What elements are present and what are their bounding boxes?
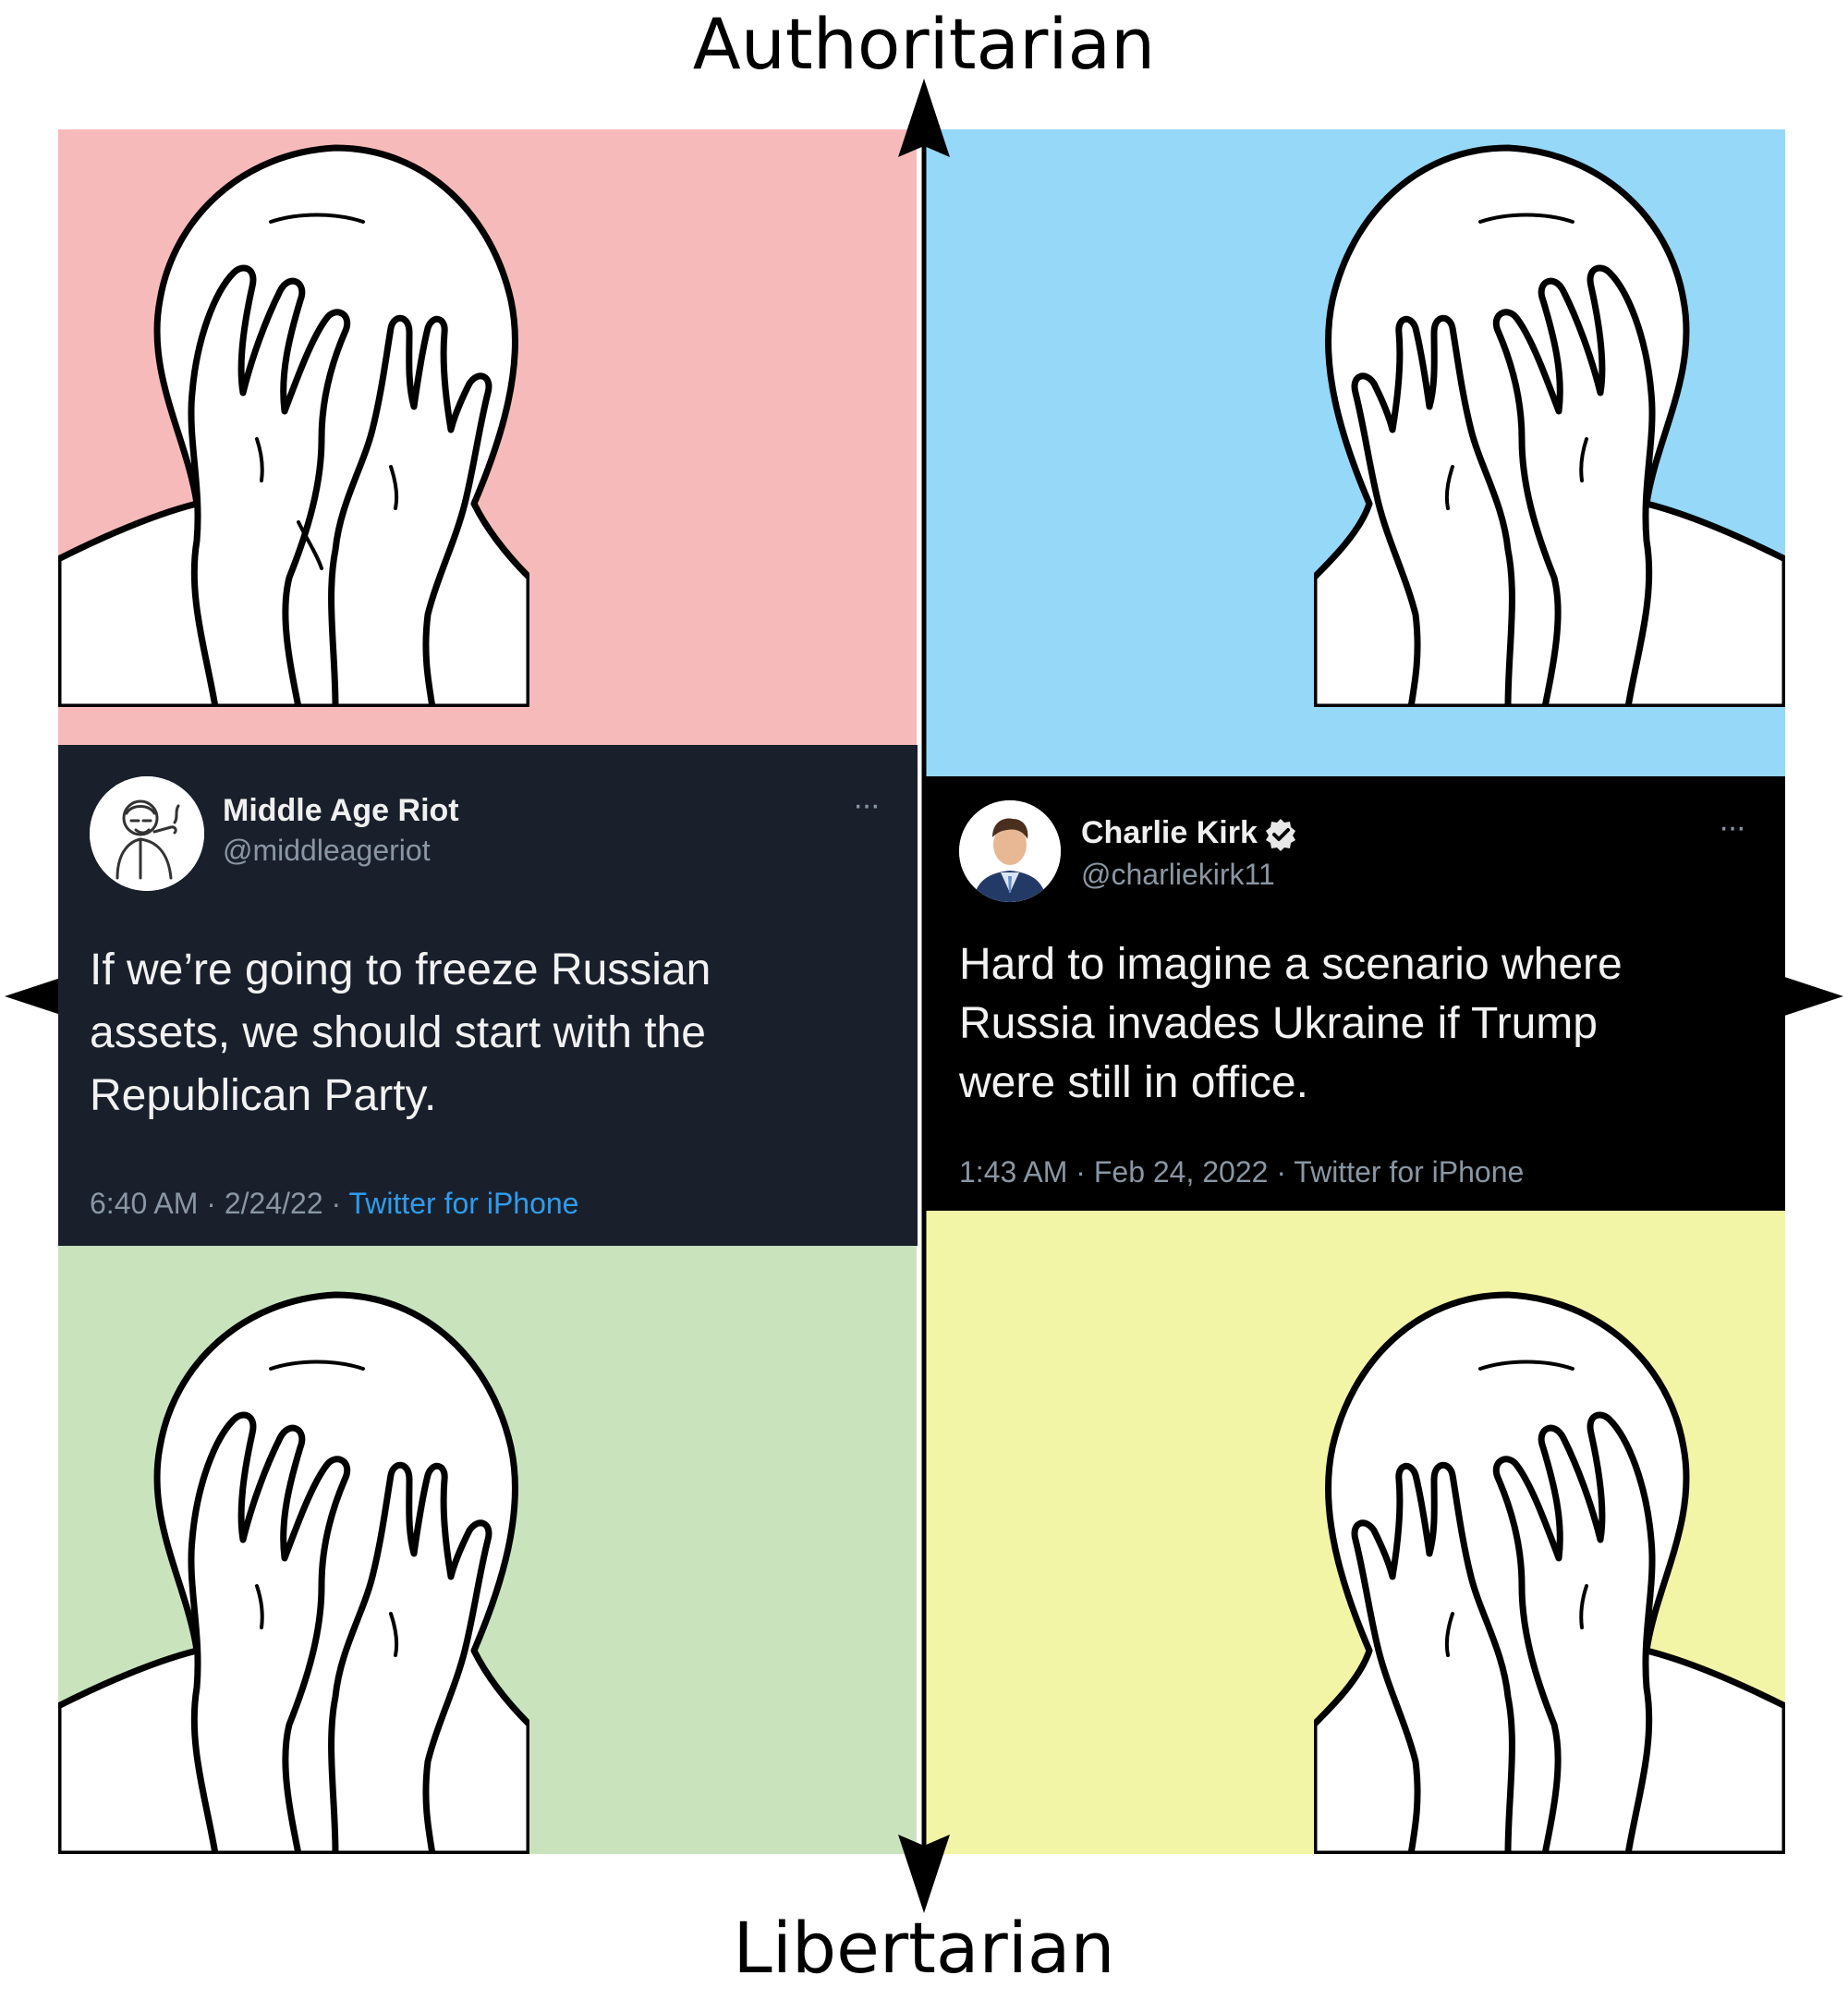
arrow-down-icon	[898, 1835, 950, 1913]
axis-label-authoritarian: Authoritarian	[692, 3, 1156, 85]
tweet-source-link[interactable]: Twitter for iPhone	[348, 1187, 578, 1220]
avatar[interactable]	[90, 776, 204, 891]
tweet-author-name-text: Charlie Kirk	[1081, 815, 1258, 850]
tweet-card-charliekirk11[interactable]: Charlie Kirk @charliekirk11 ··· Hard to …	[924, 776, 1785, 1211]
tweet-metadata: 6:40 AM · 2/24/22 · Twitter for iPhone	[90, 1187, 578, 1221]
man-in-suit-avatar-icon	[959, 800, 1061, 902]
more-options-icon[interactable]: ···	[1719, 810, 1746, 846]
tweet-timestamp[interactable]: 6:40 AM · 2/24/22 ·	[90, 1187, 348, 1220]
tweet-author-handle[interactable]: @middleageriot	[223, 834, 431, 868]
verified-badge-icon	[1265, 819, 1295, 852]
tweet-author-name[interactable]: Charlie Kirk	[1081, 815, 1298, 852]
tweet-author-handle[interactable]: @charliekirk11	[1081, 858, 1275, 892]
tweet-author-name[interactable]: Middle Age Riot	[223, 793, 459, 829]
tweet-text: If we’re going to freeze Russian assets,…	[90, 945, 711, 1120]
tweet-card-middleageriot[interactable]: Middle Age Riot @middleageriot ··· If we…	[58, 745, 918, 1246]
axis-label-libertarian: Libertarian	[733, 1907, 1115, 1989]
arrow-up-icon	[898, 79, 950, 157]
avatar[interactable]	[959, 800, 1061, 902]
vintage-man-avatar-icon	[90, 776, 204, 891]
more-options-icon[interactable]: ···	[853, 787, 881, 823]
tweet-text: Hard to imagine a scenario where Russia …	[959, 940, 1623, 1107]
tweet-timestamp[interactable]: 1:43 AM · Feb 24, 2022 · Twitter for iPh…	[959, 1155, 1524, 1189]
